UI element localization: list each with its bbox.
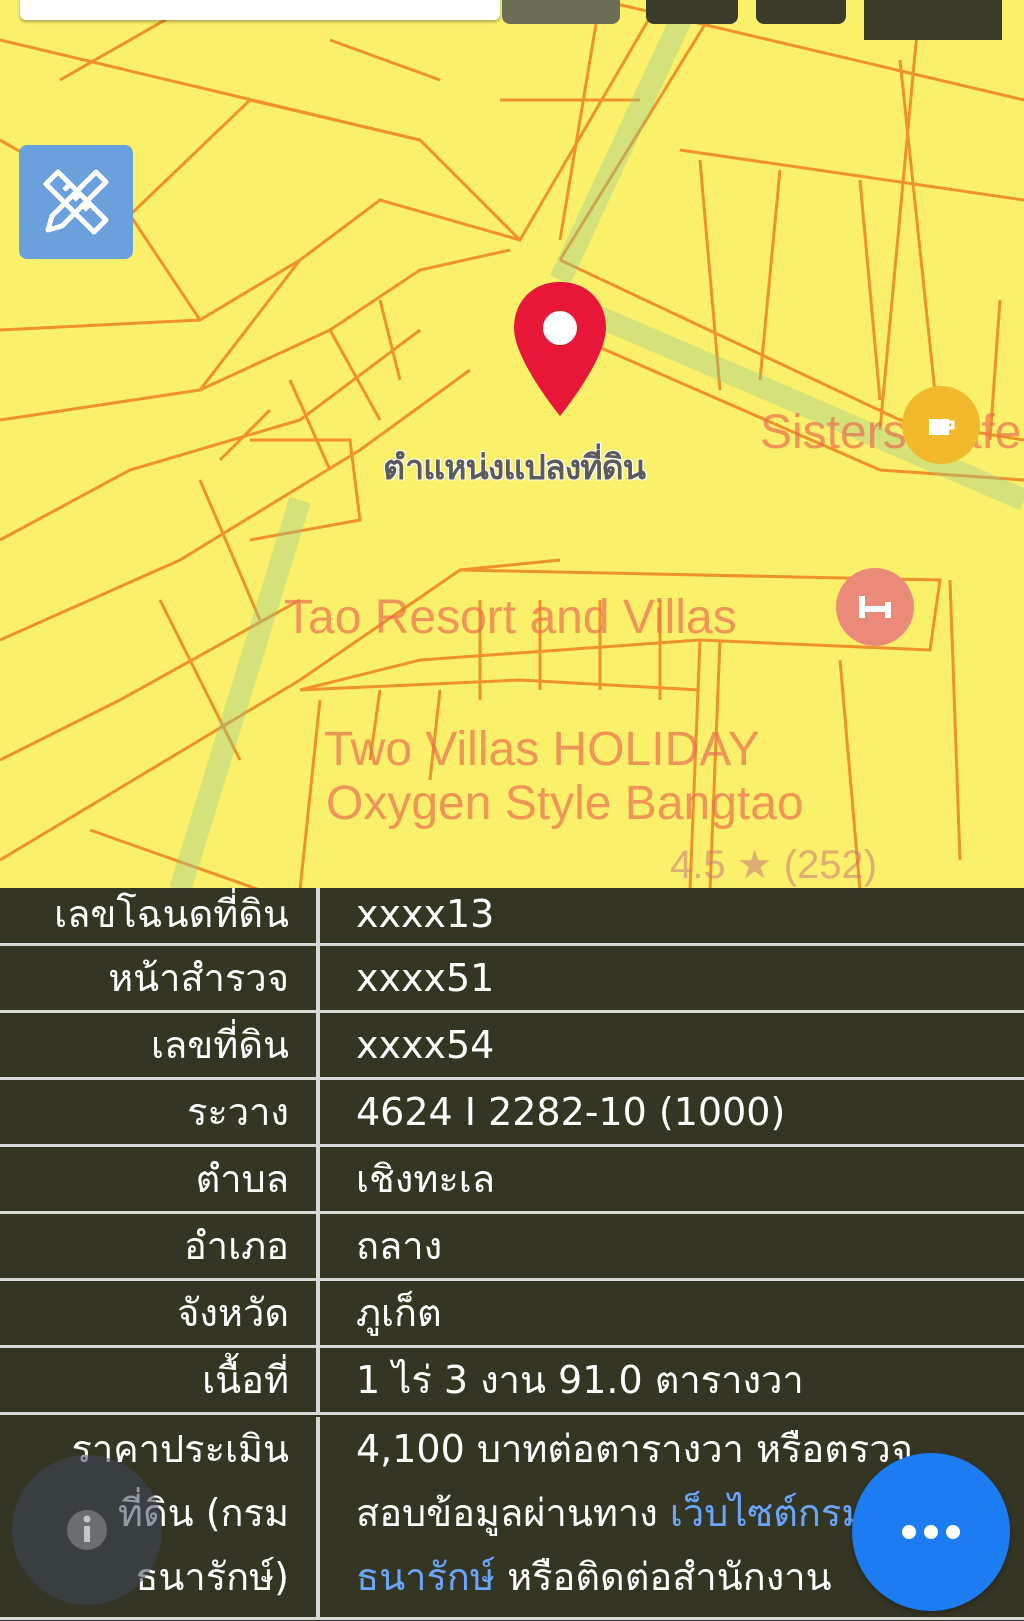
more-dots-icon: [898, 1525, 964, 1539]
ruler-pencil-icon: [43, 169, 109, 235]
close-button[interactable]: [864, 0, 1002, 40]
info-row: ตำบล เชิงทะเล: [0, 1147, 1024, 1214]
poi-label-villas-2: Oxygen Style Bangtao: [326, 777, 804, 830]
row-label: จังหวัด: [0, 1281, 320, 1345]
info-row: จังหวัด ภูเก็ต: [0, 1281, 1024, 1348]
row-label: หน้าสำรวจ: [0, 946, 320, 1010]
poi-label-resort: Tao Resort and Villas: [284, 591, 737, 644]
row-value: 1 ไร่ 3 งาน 91.0 ตารางวา: [356, 1358, 804, 1402]
poi-label-cafe: Sisters Cafe: [760, 406, 1022, 459]
layers-button[interactable]: [646, 0, 738, 24]
info-row: เนื้อที่ 1 ไร่ 3 งาน 91.0 ตารางวา: [0, 1348, 1024, 1415]
search-button[interactable]: [502, 0, 620, 24]
row-label: เนื้อที่: [0, 1348, 320, 1412]
row-value: ภูเก็ต: [356, 1291, 442, 1335]
info-button[interactable]: [12, 1455, 162, 1605]
hotel-icon[interactable]: [836, 568, 914, 646]
toolbar-button[interactable]: [756, 0, 846, 24]
row-value: xxxx51: [356, 956, 495, 1000]
poi-label-villas-1: Two Villas HOLIDAY: [324, 723, 760, 776]
info-row: เลขโฉนดที่ดิน xxxx13: [0, 888, 1024, 946]
row-label: อำเภอ: [0, 1214, 320, 1278]
row-value: 4624 I 2282-10 (1000): [356, 1090, 786, 1134]
pin-label: ตำแหน่งแปลงที่ดิน: [383, 448, 646, 488]
row-label: เลขโฉนดที่ดิน: [0, 888, 320, 943]
price-line-3-text: หรือติดต่อสำนักงาน: [494, 1555, 832, 1599]
row-value: xxxx54: [356, 1023, 495, 1067]
treasury-link[interactable]: ธนารักษ์: [356, 1555, 495, 1599]
row-value: เชิงทะเล: [356, 1157, 496, 1201]
poi-rating: 4.5 ★ (252): [670, 843, 878, 887]
info-row: เลขที่ดิน xxxx54: [0, 1013, 1024, 1080]
info-icon: [67, 1510, 107, 1550]
more-button[interactable]: [852, 1453, 1010, 1611]
row-value: xxxx13: [356, 892, 495, 936]
info-row: หน้าสำรวจ xxxx51: [0, 946, 1024, 1013]
row-label: ตำบล: [0, 1147, 320, 1211]
location-pin-icon: [514, 282, 606, 416]
info-row: อำเภอ ถลาง: [0, 1214, 1024, 1281]
price-line-2-text: สอบข้อมูลผ่านทาง: [356, 1491, 670, 1535]
map-view[interactable]: ตำแหน่งแปลงที่ดิน Sisters Cafe Tao Resor…: [0, 0, 1024, 890]
info-row: ระวาง 4624 I 2282-10 (1000): [0, 1080, 1024, 1147]
row-label: เลขที่ดิน: [0, 1013, 320, 1077]
row-value: ถลาง: [356, 1224, 443, 1268]
row-label: ระวาง: [0, 1080, 320, 1144]
measure-button[interactable]: [19, 145, 133, 259]
search-field[interactable]: [20, 0, 500, 20]
cafe-icon[interactable]: [902, 386, 980, 464]
treasury-website-link[interactable]: เว็บไซต์กรม: [670, 1491, 867, 1535]
